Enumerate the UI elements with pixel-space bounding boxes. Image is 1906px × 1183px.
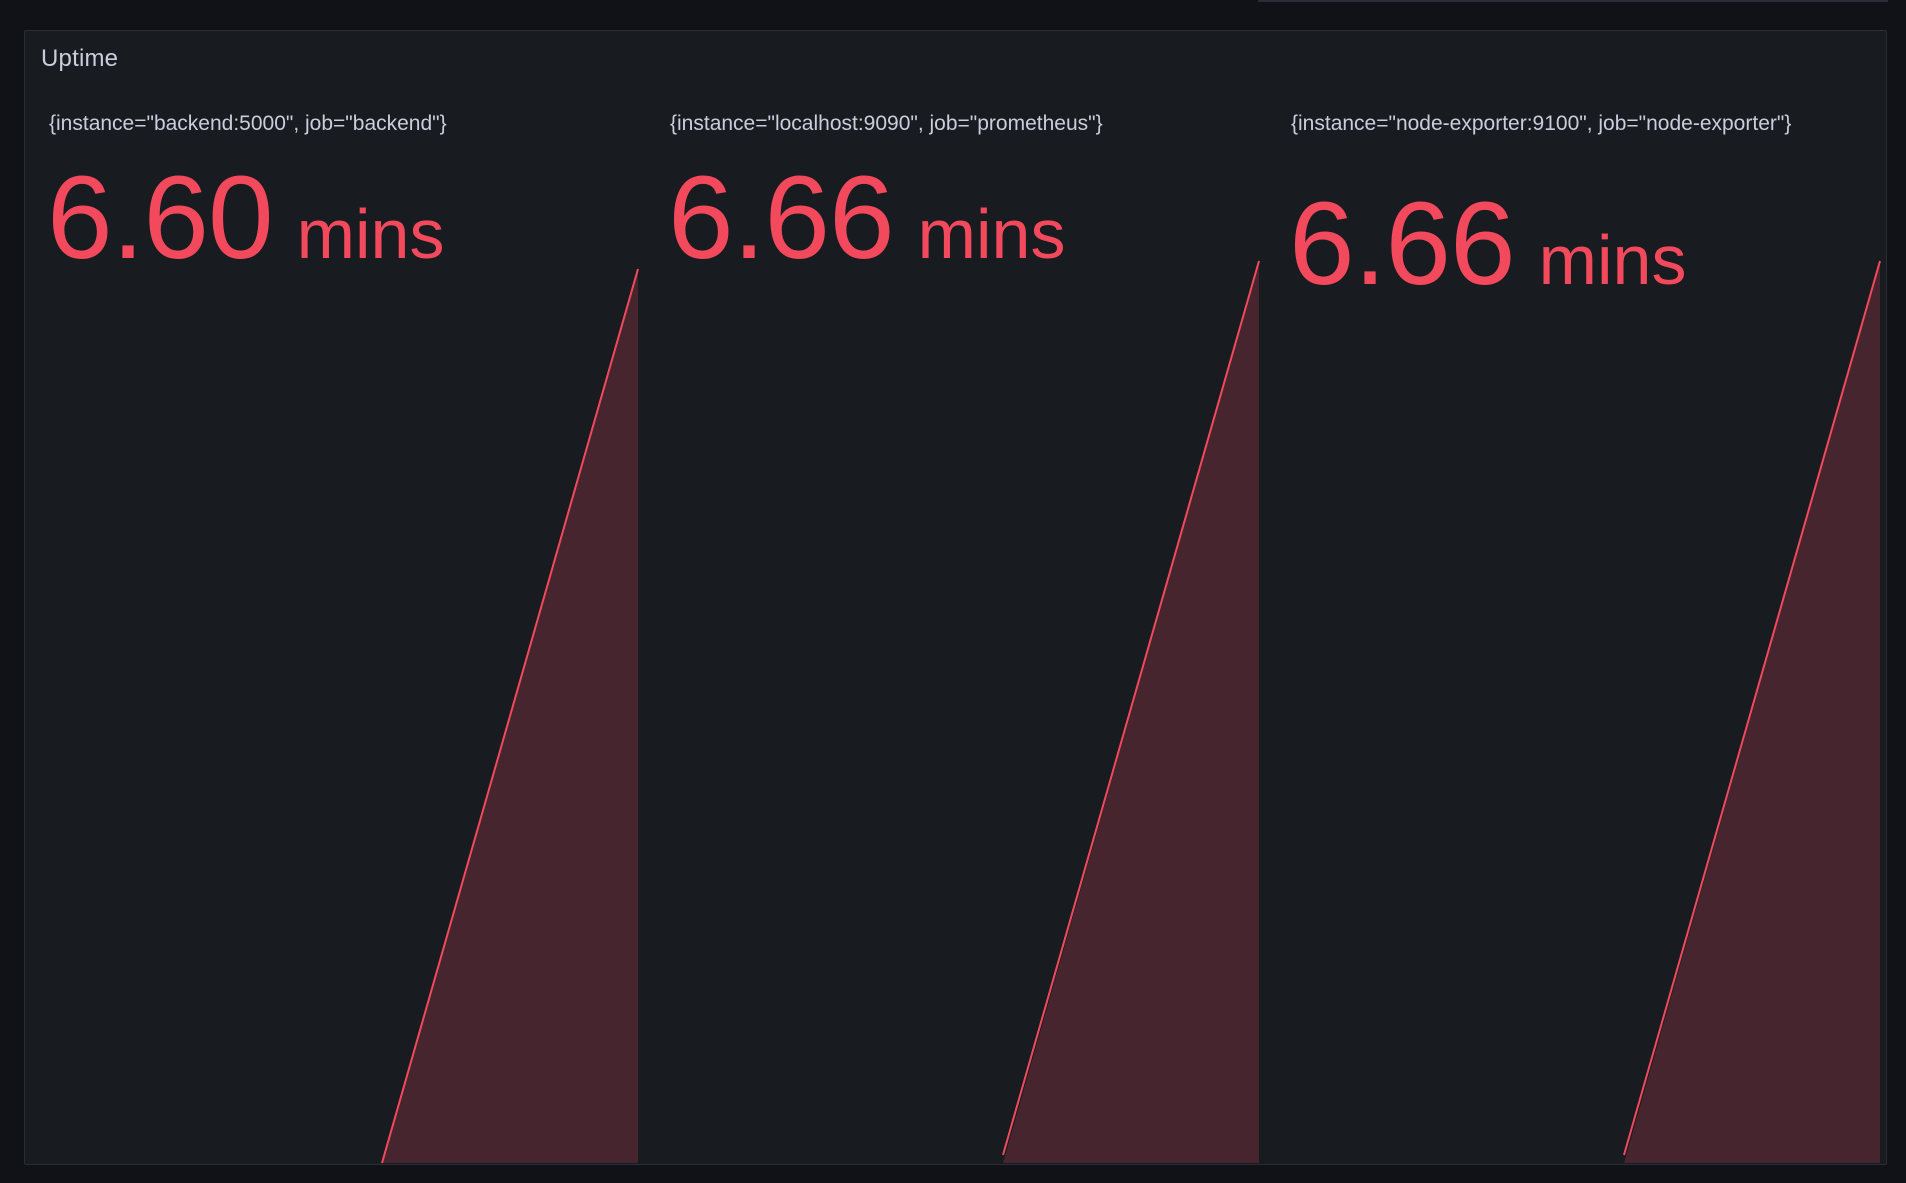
stat-value: 6.66 mins: [668, 159, 1065, 277]
stat-label: {instance="node-exporter:9100", job="nod…: [1291, 112, 1792, 135]
stat-node-exporter[interactable]: {instance="node-exporter:9100", job="nod…: [1267, 31, 1886, 1164]
stat-number: 6.60: [47, 152, 274, 284]
stat-label: {instance="backend:5000", job="backend"}: [49, 112, 447, 135]
stat-prometheus[interactable]: {instance="localhost:9090", job="prometh…: [646, 31, 1267, 1164]
stat-unit: mins: [296, 195, 445, 273]
stat-number: 6.66: [668, 152, 895, 284]
stat-value: 6.66 mins: [1289, 185, 1686, 303]
stat-unit: mins: [917, 195, 1066, 273]
stat-backend[interactable]: {instance="backend:5000", job="backend"}…: [25, 31, 646, 1164]
stat-label: {instance="localhost:9090", job="prometh…: [670, 112, 1103, 135]
top-bar: [0, 0, 1906, 30]
stat-number: 6.66: [1289, 178, 1516, 310]
stat-value: 6.60 mins: [47, 159, 444, 277]
uptime-panel[interactable]: Uptime {instance="backend:5000", job="ba…: [24, 30, 1887, 1165]
top-bar-divider: [1258, 0, 1888, 2]
stat-unit: mins: [1538, 221, 1687, 299]
